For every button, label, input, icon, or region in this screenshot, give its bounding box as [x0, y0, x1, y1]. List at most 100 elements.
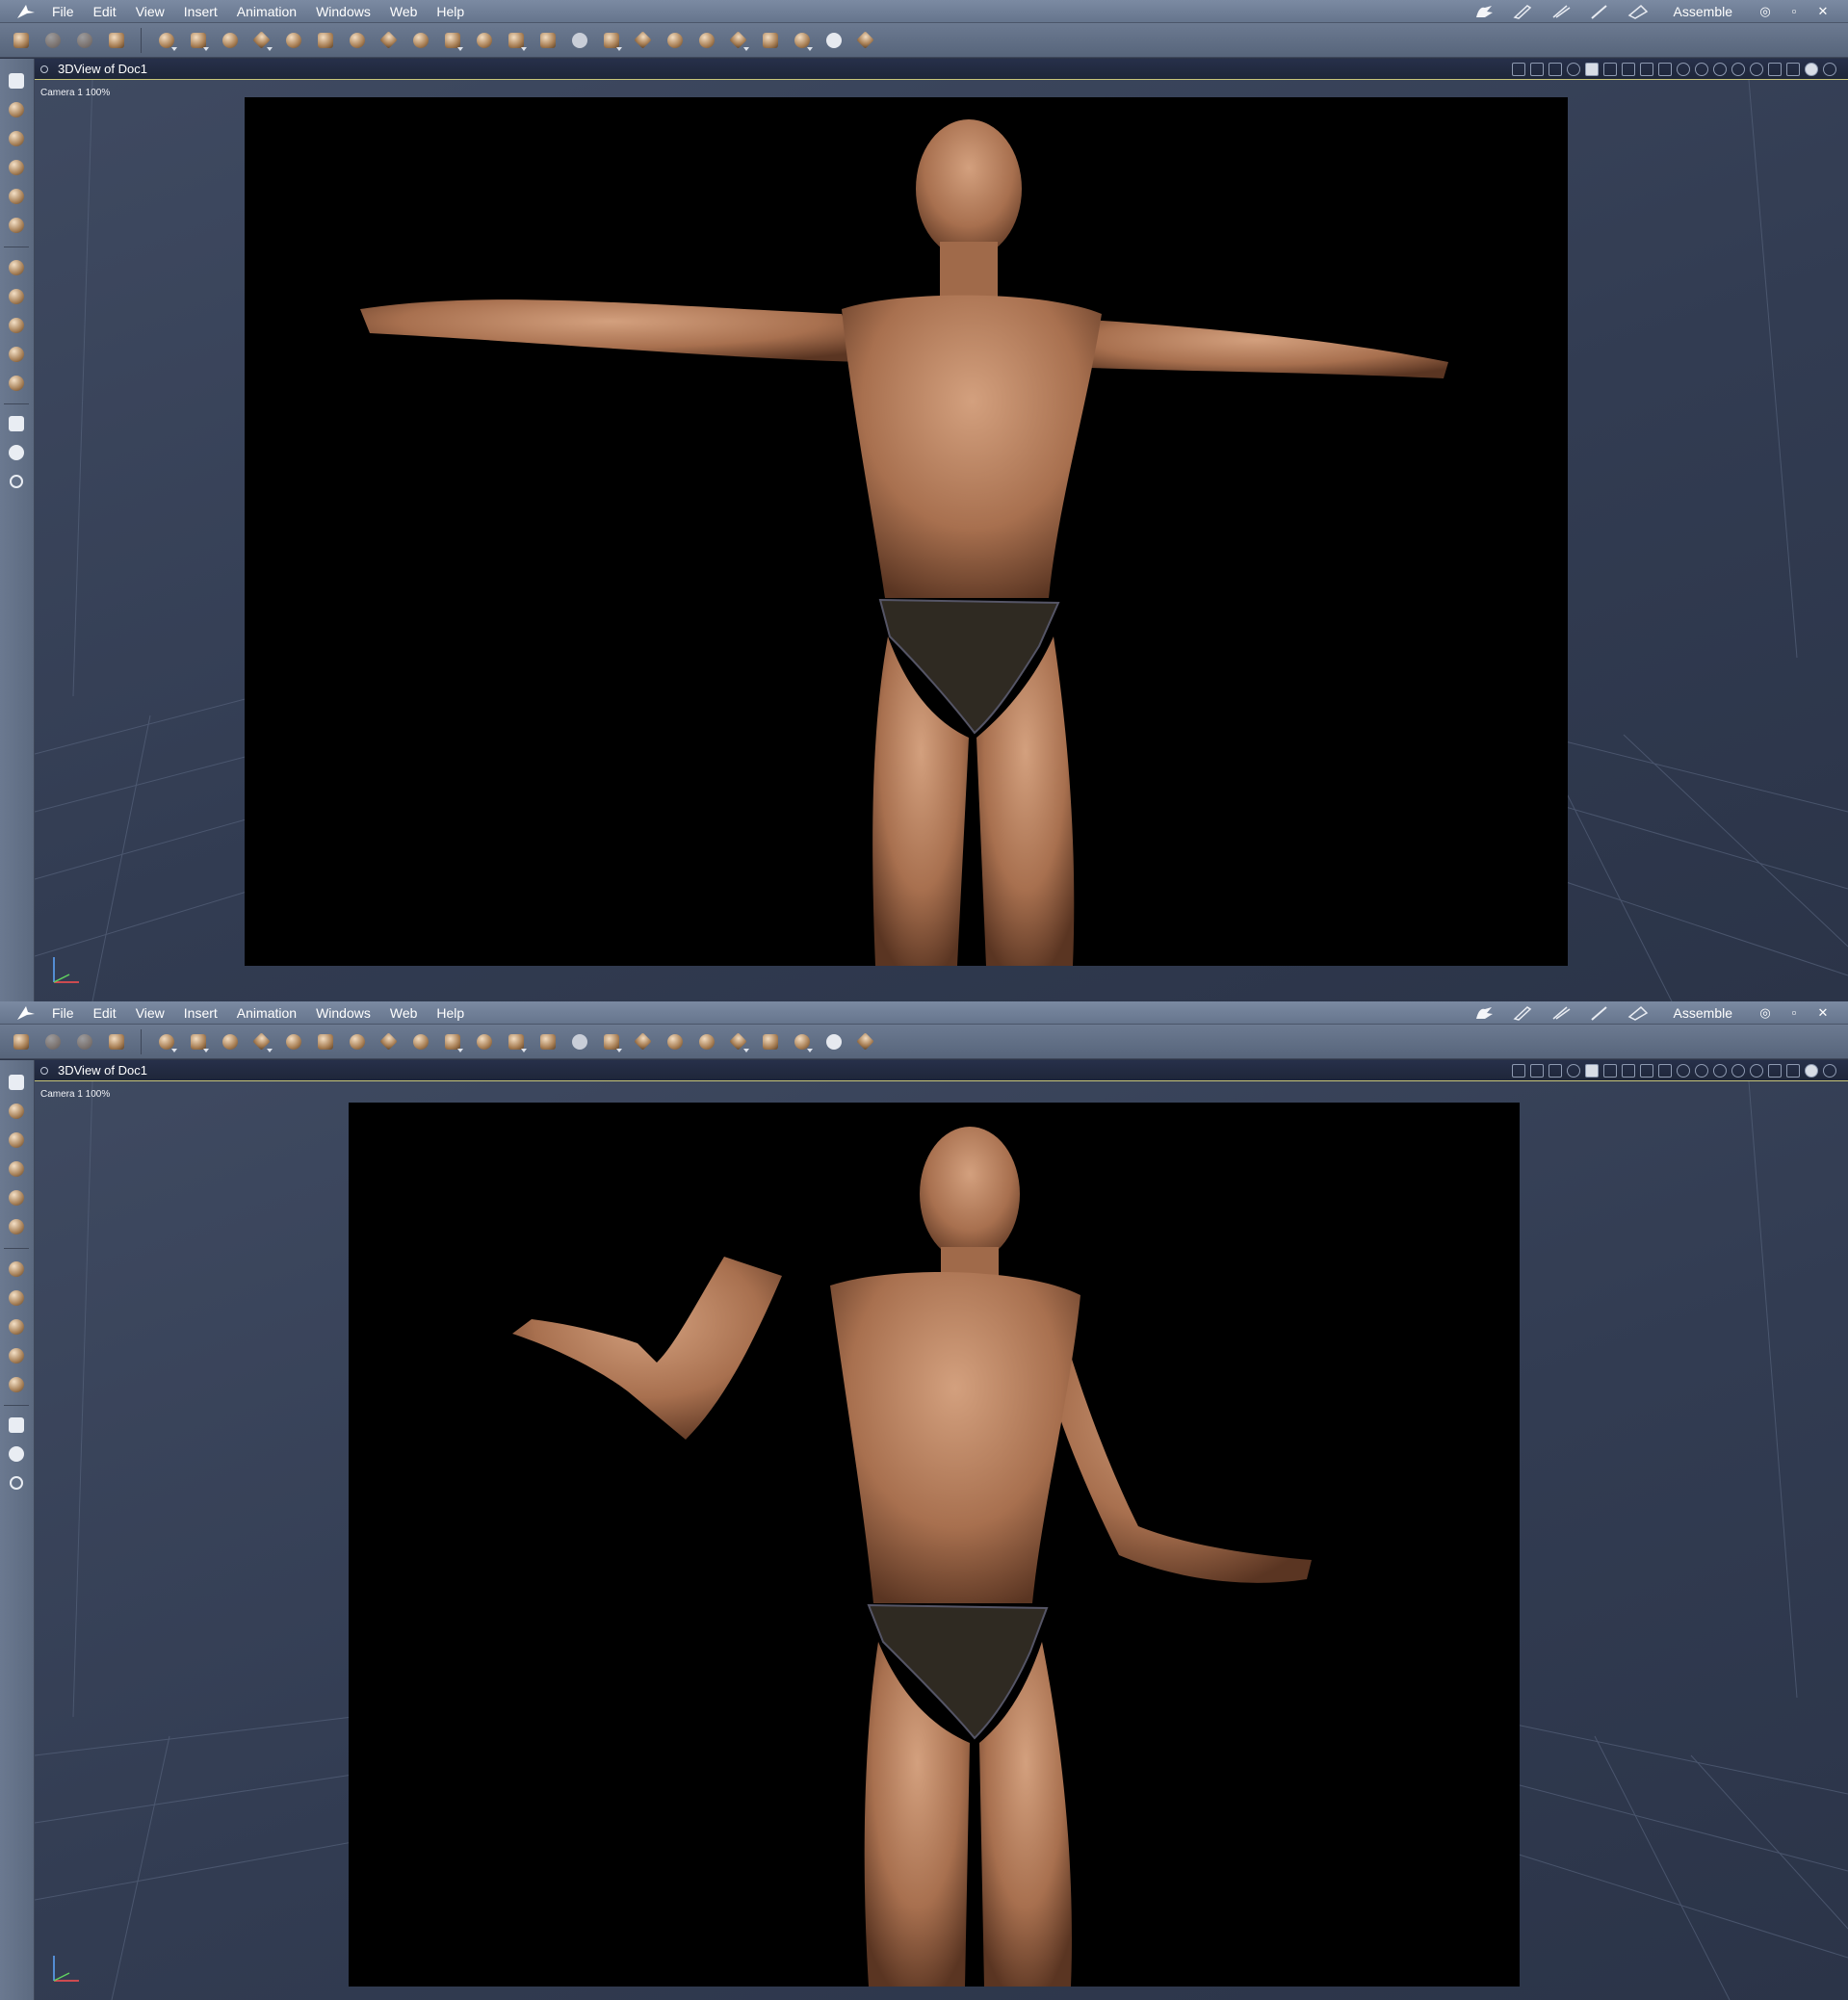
- layout-single-icon[interactable]: [1585, 1063, 1599, 1078]
- layout-grid-icon[interactable]: [1658, 62, 1672, 76]
- close-icon[interactable]: ✕: [1815, 4, 1831, 19]
- menu-view[interactable]: View: [136, 1005, 165, 1021]
- view-options-icon[interactable]: [40, 1067, 48, 1075]
- paint-brush-icon[interactable]: [103, 27, 129, 53]
- menu-help[interactable]: Help: [436, 1005, 464, 1021]
- shield-a-icon[interactable]: [1677, 1063, 1690, 1078]
- translate-z-icon[interactable]: [6, 1287, 27, 1309]
- menu-file[interactable]: File: [52, 4, 74, 19]
- bowl-icon[interactable]: [662, 27, 688, 53]
- pencil-tool-icon[interactable]: [6, 1187, 27, 1208]
- bone-view-icon[interactable]: [1530, 62, 1544, 76]
- layout-two-icon[interactable]: [1603, 1063, 1617, 1078]
- menu-view[interactable]: View: [136, 4, 165, 19]
- agt-icon[interactable]: [566, 27, 592, 53]
- film-icon[interactable]: [757, 1028, 783, 1054]
- room-pencil-icon[interactable]: [1587, 3, 1612, 20]
- room-hand-icon[interactable]: [1471, 3, 1497, 20]
- eye-icon[interactable]: ◎: [1757, 1005, 1773, 1021]
- edit-wand-icon[interactable]: [8, 27, 34, 53]
- restore-icon[interactable]: ▫: [1786, 4, 1802, 18]
- globe-icon[interactable]: [217, 1028, 243, 1054]
- pose-icon[interactable]: [248, 27, 274, 53]
- target-icon[interactable]: [820, 1028, 846, 1054]
- cube-stack-icon[interactable]: [534, 27, 560, 53]
- bone-view-icon[interactable]: [1530, 1063, 1544, 1078]
- pose-icon[interactable]: [248, 1028, 274, 1054]
- shield-b-icon[interactable]: [1695, 1063, 1708, 1078]
- bowl-icon[interactable]: [662, 1028, 688, 1054]
- wand-icon[interactable]: [852, 1028, 878, 1054]
- text-T-icon[interactable]: [312, 27, 338, 53]
- menu-web[interactable]: Web: [390, 4, 418, 19]
- app-logo-icon[interactable]: [12, 0, 40, 22]
- hat-icon[interactable]: [439, 1028, 465, 1054]
- cube-cluster-icon[interactable]: [503, 27, 529, 53]
- link-tool-icon[interactable]: [6, 215, 27, 236]
- plane-icon[interactable]: [376, 1028, 402, 1054]
- tree-view-icon[interactable]: [1549, 1063, 1562, 1078]
- text-T-icon[interactable]: [312, 1028, 338, 1054]
- dotted-sphere-icon[interactable]: [1750, 1063, 1763, 1078]
- room-assemble-label[interactable]: Assemble: [1674, 1005, 1732, 1021]
- close-icon[interactable]: ✕: [1815, 1005, 1831, 1021]
- scale-tool-icon[interactable]: [6, 1316, 27, 1338]
- universal-tool-icon[interactable]: [6, 344, 27, 365]
- agt-icon[interactable]: [566, 1028, 592, 1054]
- menu-windows[interactable]: Windows: [316, 1005, 371, 1021]
- candle-icon[interactable]: [471, 27, 497, 53]
- hat-icon[interactable]: [439, 27, 465, 53]
- menu-insert[interactable]: Insert: [184, 4, 218, 19]
- paint-brush-icon[interactable]: [103, 1028, 129, 1054]
- close-view-icon[interactable]: [1567, 1063, 1580, 1078]
- translate-xy-icon[interactable]: [6, 1259, 27, 1280]
- menu-insert[interactable]: Insert: [184, 1005, 218, 1021]
- textured-sphere-icon[interactable]: [1823, 1063, 1836, 1078]
- universal-tool-icon[interactable]: [6, 1345, 27, 1366]
- shield-a-icon[interactable]: [1677, 62, 1690, 76]
- twist-tool-icon[interactable]: [6, 157, 27, 178]
- translate-z-icon[interactable]: [6, 286, 27, 307]
- sphere-primitive-icon[interactable]: [153, 1028, 179, 1054]
- cube-cluster-icon[interactable]: [503, 1028, 529, 1054]
- scale-tool-icon[interactable]: [6, 315, 27, 336]
- select-arrow-icon[interactable]: [6, 70, 27, 91]
- shield-c-icon[interactable]: [1713, 62, 1727, 76]
- solid-cube-icon[interactable]: [1786, 62, 1800, 76]
- hand-grab-icon[interactable]: [39, 1028, 65, 1054]
- menu-edit[interactable]: Edit: [93, 1005, 117, 1021]
- ring-icon[interactable]: [280, 1028, 306, 1054]
- wand-icon[interactable]: [852, 27, 878, 53]
- pen-tool-icon[interactable]: [71, 27, 97, 53]
- box-tool-icon[interactable]: [6, 1374, 27, 1395]
- camera-icon[interactable]: [6, 1415, 27, 1436]
- room-pen-icon[interactable]: [1549, 3, 1574, 20]
- solid-cube-icon[interactable]: [1786, 1063, 1800, 1078]
- rock-icon[interactable]: [693, 27, 719, 53]
- hand-grab-icon[interactable]: [39, 27, 65, 53]
- box-tool-icon[interactable]: [6, 373, 27, 394]
- pen-tool-icon[interactable]: [71, 1028, 97, 1054]
- room-pencil-icon[interactable]: [1587, 1004, 1612, 1022]
- pan-hand-icon[interactable]: [6, 442, 27, 463]
- layout-four-icon[interactable]: [1640, 1063, 1653, 1078]
- select-arrow-icon[interactable]: [6, 1072, 27, 1093]
- sphere-primitive-icon[interactable]: [153, 27, 179, 53]
- house-icon[interactable]: [630, 27, 656, 53]
- layout-three-icon[interactable]: [1622, 1063, 1635, 1078]
- pencil-tool-icon[interactable]: [6, 186, 27, 207]
- pin-icon[interactable]: [725, 27, 751, 53]
- pan-hand-icon[interactable]: [6, 1443, 27, 1465]
- arrow-up-icon[interactable]: [1731, 62, 1745, 76]
- 3d-viewport[interactable]: Camera 1 100%: [35, 80, 1848, 1001]
- close-view-icon[interactable]: [1567, 62, 1580, 76]
- figure-icon[interactable]: [185, 1028, 211, 1054]
- shaded-sphere-icon[interactable]: [1805, 1063, 1818, 1078]
- menu-help[interactable]: Help: [436, 4, 464, 19]
- view-options-icon[interactable]: [40, 65, 48, 73]
- tree-view-icon[interactable]: [1549, 62, 1562, 76]
- room-ruler-icon[interactable]: [1626, 3, 1651, 20]
- gear-icon[interactable]: [344, 1028, 370, 1054]
- cylinder-icon[interactable]: [598, 27, 624, 53]
- zoom-icon[interactable]: [6, 1472, 27, 1494]
